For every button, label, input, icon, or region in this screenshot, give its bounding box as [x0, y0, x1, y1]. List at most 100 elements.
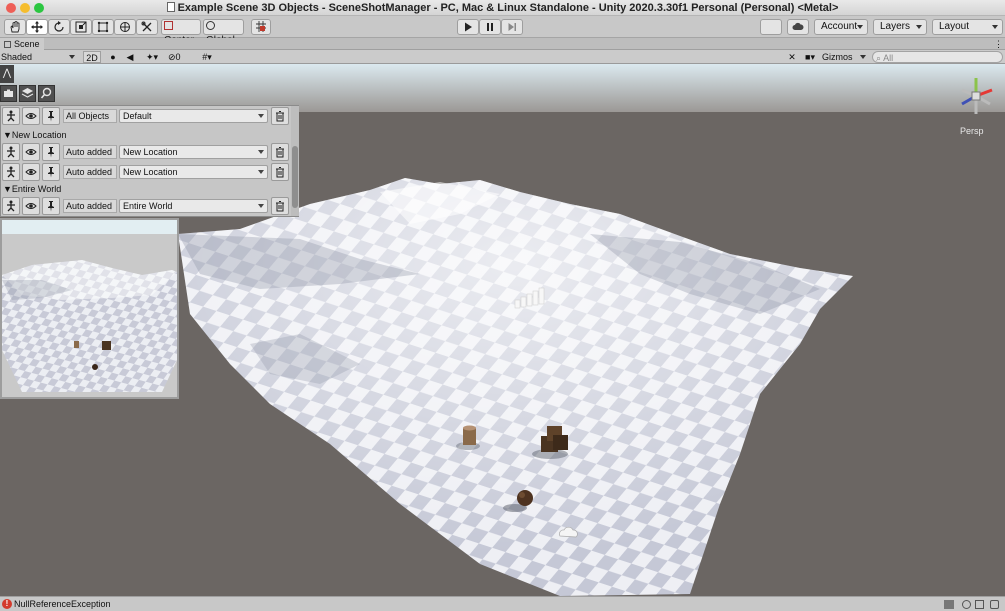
hand-tool-button[interactable] — [4, 19, 26, 35]
shot-row: Auto added New Location — [1, 142, 291, 162]
delete-shot-button[interactable] — [271, 163, 289, 181]
custom-tool-icon — [141, 21, 152, 32]
move-tool-button[interactable] — [26, 19, 48, 35]
pose-toggle[interactable] — [2, 197, 20, 215]
chevron-down-icon — [857, 25, 863, 29]
pin-icon — [48, 147, 54, 158]
gizmos-dropdown[interactable]: Gizmos — [822, 51, 868, 63]
pause-icon — [487, 23, 493, 31]
rect-tool-button[interactable] — [92, 19, 114, 35]
shot-location-dropdown[interactable]: Default — [119, 109, 268, 123]
layers-shot-tab[interactable] — [19, 85, 36, 102]
pin-toggle[interactable] — [42, 143, 60, 161]
speaker-icon: ◀ — [126, 52, 134, 62]
pin-toggle[interactable] — [42, 163, 60, 181]
section-header[interactable]: ▼Entire World — [3, 183, 61, 195]
shading-mode-label: Shaded — [1, 52, 33, 62]
scene-search-input[interactable]: ⌕ All — [872, 51, 1003, 63]
chevron-down-icon — [69, 55, 75, 59]
shot-label: Auto added — [63, 199, 117, 213]
pivot-mode-button[interactable]: Center — [161, 19, 201, 46]
lighting-toggle[interactable]: ● — [106, 51, 120, 63]
tab-scene[interactable]: Scene — [0, 38, 44, 50]
rotate-tool-button[interactable] — [48, 19, 70, 35]
pin-icon — [48, 167, 54, 178]
pose-toggle[interactable] — [2, 163, 20, 181]
pose-icon — [7, 110, 15, 122]
shot-label: Auto added — [63, 145, 117, 159]
section-header[interactable]: ▼New Location — [3, 129, 66, 141]
effects-icon: ✦▾ — [145, 52, 159, 62]
auto-generate-icon — [975, 600, 984, 609]
panel-scrollbar-thumb[interactable] — [292, 146, 298, 208]
camera-dropdown[interactable]: ■▾ — [800, 51, 820, 63]
cloud-button[interactable] — [787, 19, 809, 35]
status-message[interactable]: NullReferenceException — [14, 597, 111, 611]
camera-preview[interactable] — [0, 218, 179, 399]
shading-mode-dropdown[interactable]: Shaded — [1, 51, 77, 63]
pin-toggle[interactable] — [42, 197, 60, 215]
2d-mode-button[interactable]: 2D — [83, 51, 101, 63]
scale-tool-button[interactable] — [70, 19, 92, 35]
chevron-down-icon — [258, 170, 264, 174]
visibility-toggle[interactable] — [22, 163, 40, 181]
section-title: Entire World — [11, 184, 62, 194]
error-icon: ! — [2, 599, 12, 609]
triangle-down-icon: ▼ — [3, 130, 12, 140]
account-dropdown[interactable]: Account — [814, 19, 868, 35]
overlay-toggle-button[interactable]: ⋀ — [0, 65, 14, 83]
tools-button[interactable]: ✕ — [785, 51, 799, 63]
effects-dropdown[interactable]: ✦▾ — [140, 51, 164, 63]
layout-label: Layout — [939, 21, 970, 32]
shot-location-value: Default — [123, 111, 152, 121]
grid-toggle-dropdown[interactable]: #▾ — [196, 51, 218, 63]
pin-toggle[interactable] — [42, 107, 60, 125]
orientation-gizmo[interactable] — [954, 74, 998, 118]
shot-location-dropdown[interactable]: New Location — [119, 145, 268, 159]
pivot-rotation-button[interactable]: Global — [203, 19, 244, 46]
maximize-window-button[interactable] — [34, 3, 44, 13]
chevron-down-icon — [860, 55, 866, 59]
pose-toggle[interactable] — [2, 107, 20, 125]
preview-render — [2, 220, 177, 397]
audio-toggle[interactable]: ◀ — [123, 51, 137, 63]
shot-row: Auto added Entire World — [1, 196, 291, 216]
chevron-down-icon — [916, 25, 922, 29]
collab-button[interactable] — [760, 19, 782, 35]
layout-dropdown[interactable]: Layout — [932, 19, 1003, 35]
delete-shot-button[interactable] — [271, 197, 289, 215]
layers-dropdown[interactable]: Layers — [873, 19, 927, 35]
hidden-objects-toggle[interactable]: ⊘0 — [168, 51, 192, 63]
camera-shot-tab[interactable] — [0, 85, 17, 102]
triangle-down-icon: ▼ — [3, 184, 12, 194]
shot-location-dropdown[interactable]: New Location — [119, 165, 268, 179]
scale-tool-icon — [75, 21, 87, 33]
pause-button[interactable] — [479, 19, 501, 35]
visibility-toggle[interactable] — [22, 197, 40, 215]
minimize-window-button[interactable] — [20, 3, 30, 13]
close-window-button[interactable] — [6, 3, 16, 13]
panel-scrollbar[interactable] — [291, 106, 299, 216]
preview-cylinder — [74, 341, 79, 348]
delete-shot-button[interactable] — [271, 107, 289, 125]
visibility-toggle[interactable] — [22, 143, 40, 161]
shot-manager-panel: All Objects Default ▼New Location Auto a… — [0, 105, 299, 217]
pose-toggle[interactable] — [2, 143, 20, 161]
custom-tool-button[interactable] — [136, 19, 158, 35]
visibility-toggle[interactable] — [22, 107, 40, 125]
document-icon — [166, 2, 175, 12]
grid-snapping-button[interactable] — [251, 19, 271, 35]
projection-label[interactable]: Persp — [960, 126, 984, 136]
step-button[interactable] — [501, 19, 523, 35]
shot-row: Auto added New Location — [1, 162, 291, 182]
axis-gizmo-icon — [961, 78, 993, 114]
shot-location-dropdown[interactable]: Entire World — [119, 199, 268, 213]
search-shot-tab[interactable] — [38, 85, 55, 102]
shot-label: All Objects — [63, 109, 117, 123]
tab-menu-icon[interactable]: ⋮ — [994, 38, 1003, 50]
lightbulb-icon: ● — [110, 52, 116, 62]
play-button[interactable] — [457, 19, 479, 35]
trash-icon — [276, 111, 284, 122]
delete-shot-button[interactable] — [271, 143, 289, 161]
transform-tool-button[interactable] — [114, 19, 136, 35]
